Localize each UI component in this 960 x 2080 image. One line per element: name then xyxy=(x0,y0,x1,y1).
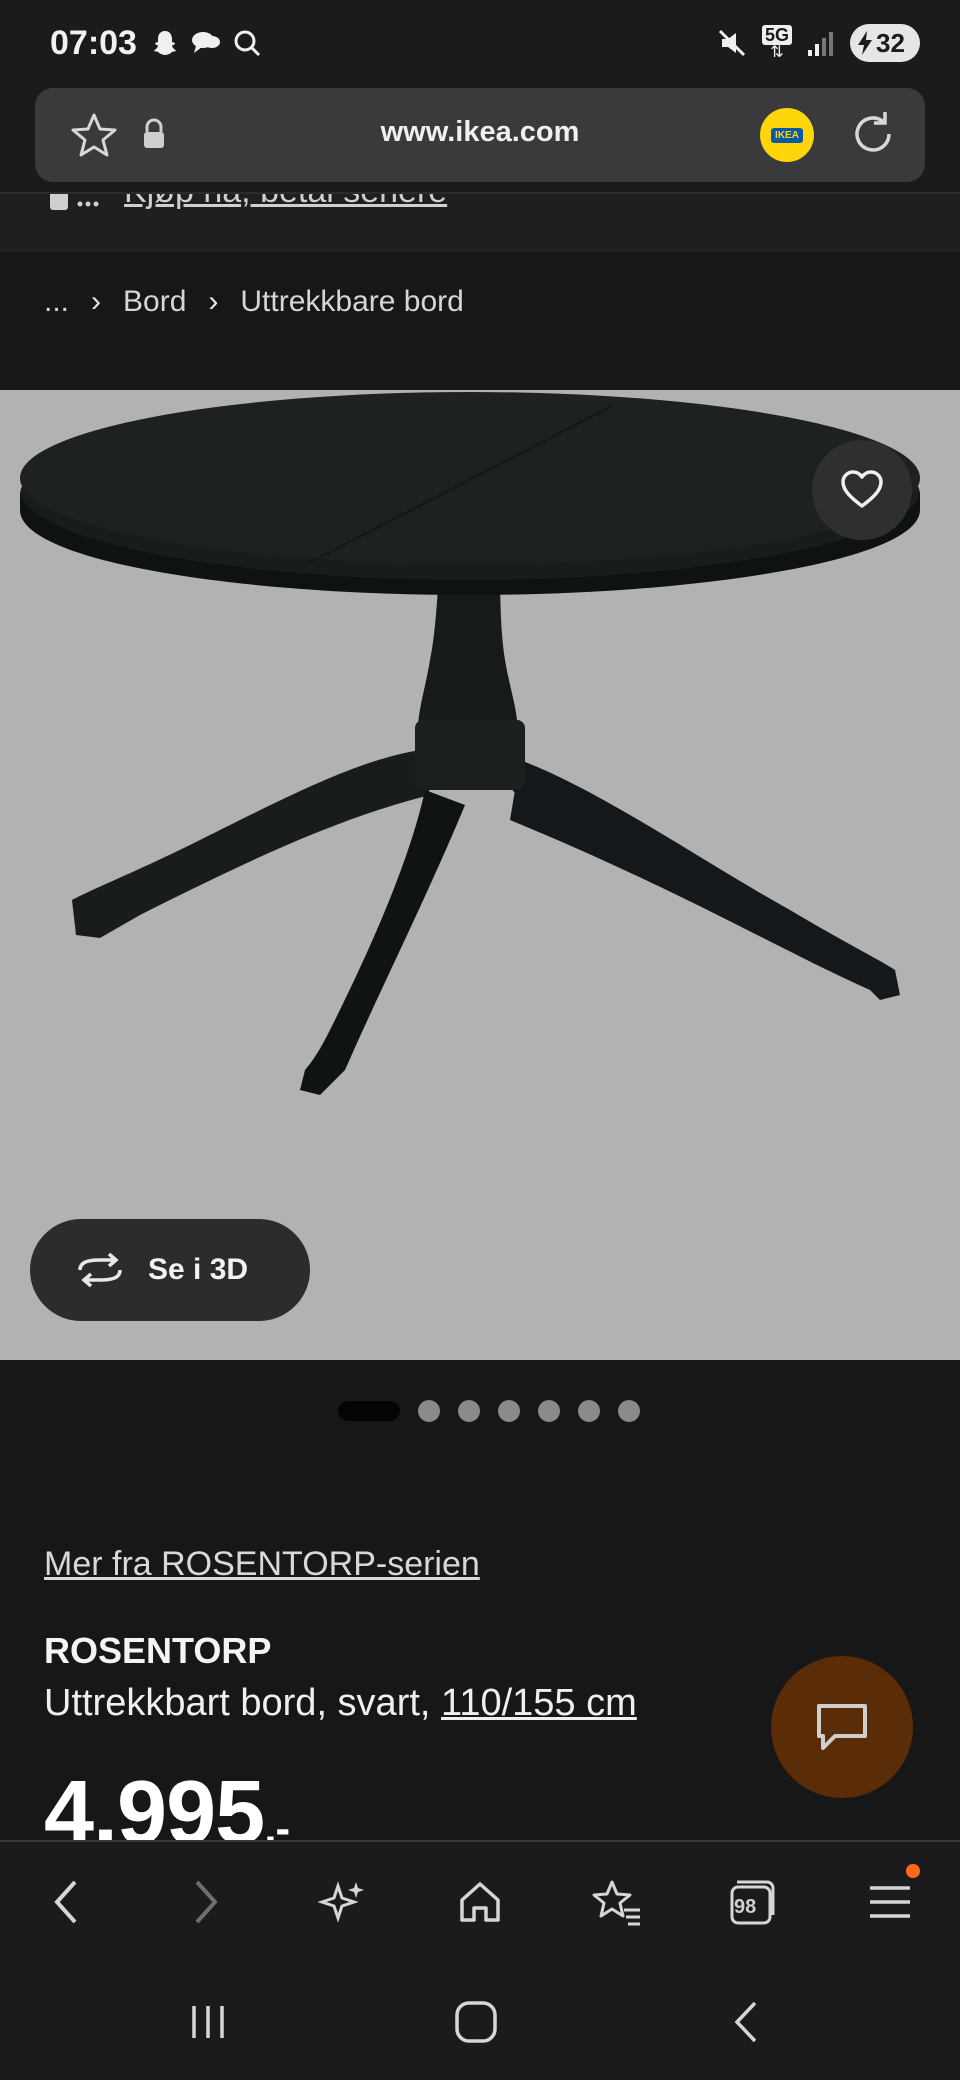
notification-dot xyxy=(906,1864,920,1878)
series-link[interactable]: Mer fra ROSENTORP-serien xyxy=(44,1545,480,1584)
carousel-dot[interactable] xyxy=(538,1400,560,1422)
breadcrumb: ... › Bord › Uttrekkbare bord xyxy=(44,285,464,319)
table-illustration xyxy=(20,392,920,1095)
chevron-right-icon: › xyxy=(208,285,219,318)
breadcrumb-ellipsis[interactable]: ... xyxy=(44,285,69,319)
carousel-dot[interactable] xyxy=(418,1400,440,1422)
back-chevron-icon xyxy=(734,2001,757,2043)
status-bar: 07:03 5G ⇅ 32 xyxy=(0,0,960,88)
product-description-text: Uttrekkbart bord, svart, xyxy=(44,1682,442,1724)
reload-icon[interactable] xyxy=(845,106,901,162)
browser-address-area: www.ikea.com IKEA xyxy=(0,88,960,192)
home-icon xyxy=(460,1882,500,1922)
network-5g-icon: 5G ⇅ xyxy=(761,25,792,61)
home-square-icon xyxy=(455,2001,497,2043)
sparkle-icon xyxy=(318,1881,364,1923)
product-description: Uttrekkbart bord, svart, 110/155 cm xyxy=(44,1682,637,1725)
product-name: ROSENTORP xyxy=(44,1630,272,1671)
status-system-icons: 5G ⇅ 32 xyxy=(716,24,920,62)
chat-bubbles-icon xyxy=(192,32,220,53)
system-back-button[interactable] xyxy=(714,1990,778,2054)
size-link[interactable]: 110/155 cm xyxy=(441,1682,637,1724)
battery-level: 32 xyxy=(876,27,905,58)
view-3d-button[interactable]: Se i 3D xyxy=(30,1219,310,1321)
heart-icon xyxy=(841,470,883,508)
carousel-indicator xyxy=(0,1400,960,1422)
system-navigation-bar xyxy=(0,1960,960,2080)
forward-button[interactable] xyxy=(174,1870,238,1934)
carousel-dot-active[interactable] xyxy=(338,1401,400,1421)
product-image-gallery[interactable]: Se i 3D xyxy=(0,390,960,1360)
chat-button[interactable] xyxy=(771,1656,913,1798)
home-button[interactable] xyxy=(448,1870,512,1934)
system-home-button[interactable] xyxy=(444,1990,508,2054)
rotate-3d-icon xyxy=(78,1252,122,1288)
mute-icon xyxy=(718,29,746,57)
ikea-logo: IKEA xyxy=(771,127,803,143)
status-time: 07:03 xyxy=(50,24,137,62)
url-bar[interactable]: www.ikea.com IKEA xyxy=(35,88,925,182)
carousel-dot[interactable] xyxy=(498,1400,520,1422)
favorite-button[interactable] xyxy=(812,440,912,540)
chevron-right-icon: › xyxy=(91,285,102,318)
recent-apps-icon xyxy=(192,2006,224,2038)
network-label: 5G xyxy=(761,25,792,45)
carousel-dot[interactable] xyxy=(458,1400,480,1422)
menu-button[interactable] xyxy=(858,1864,922,1934)
breadcrumb-item-bord[interactable]: Bord xyxy=(123,285,186,319)
payment-info-link[interactable]: Kjøp nå, betal senere xyxy=(124,192,447,211)
recent-apps-button[interactable] xyxy=(176,1990,240,2054)
hamburger-menu-icon xyxy=(870,1886,910,1918)
chevron-right-icon xyxy=(195,1880,218,1924)
card-icon xyxy=(50,192,99,210)
signal-icon xyxy=(808,32,833,56)
divider xyxy=(0,192,960,194)
charging-bolt-icon xyxy=(858,31,872,55)
browser-toolbar: 98 xyxy=(0,1840,960,1960)
snapchat-icon xyxy=(154,31,176,55)
chevron-left-icon xyxy=(54,1880,77,1924)
breadcrumb-item-uttrekkbare-bord[interactable]: Uttrekkbare bord xyxy=(240,285,463,319)
status-notification-icons xyxy=(150,28,262,58)
battery-indicator: 32 xyxy=(850,24,920,62)
view-3d-label: Se i 3D xyxy=(148,1253,249,1286)
ikea-app-badge[interactable]: IKEA xyxy=(760,108,814,162)
search-icon xyxy=(234,30,261,57)
tabs-button[interactable]: 98 xyxy=(720,1870,784,1934)
bookmarks-button[interactable] xyxy=(584,1870,648,1934)
carousel-dot[interactable] xyxy=(578,1400,600,1422)
back-button[interactable] xyxy=(34,1870,98,1934)
payment-info-row[interactable]: Kjøp nå, betal senere xyxy=(0,192,960,252)
tab-count: 98 xyxy=(734,1896,757,1918)
ai-sparkle-button[interactable] xyxy=(310,1870,374,1934)
carousel-dot[interactable] xyxy=(618,1400,640,1422)
star-list-icon xyxy=(592,1880,640,1926)
chat-icon xyxy=(817,1704,867,1750)
